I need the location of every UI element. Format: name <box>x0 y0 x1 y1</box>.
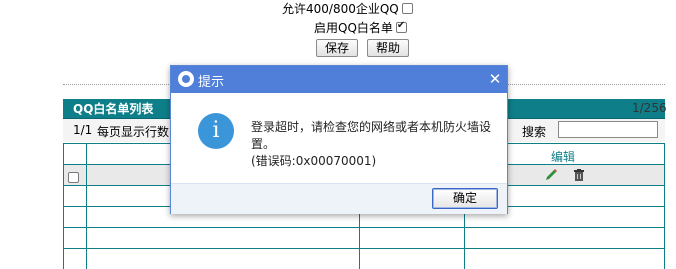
search-label: 搜索 <box>522 125 547 139</box>
info-icon: i <box>198 113 234 149</box>
dialog-error-code: (错误码:0x00070001) <box>251 154 377 168</box>
table-row <box>63 248 665 269</box>
allow-400-label: 允许400/800企业QQ <box>282 2 399 16</box>
dialog-message-line2: 置。 <box>251 137 276 151</box>
whitelist-checkbox[interactable] <box>395 20 407 33</box>
dialog-message-line1: 登录超时，请检查您的网络或者本机防火墙设 <box>251 120 492 134</box>
per-page-label: 每页显示行数 <box>97 125 170 139</box>
edit-column-header: 编辑 <box>551 150 576 164</box>
whitelist-row: 启用QQ白名单 <box>314 19 407 36</box>
grid-line <box>86 143 87 269</box>
pencil-icon[interactable] <box>544 168 558 185</box>
dialog-title: 提示 <box>198 75 225 90</box>
dialog-title-bar: 提示 ✕ <box>171 66 507 93</box>
help-button[interactable]: 帮助 <box>367 39 409 57</box>
trash-icon[interactable] <box>572 168 586 185</box>
close-icon[interactable]: ✕ <box>487 69 503 89</box>
table-count: 1/256 <box>632 101 667 115</box>
table-title: QQ白名单列表 <box>73 102 154 116</box>
row-select-checkbox[interactable] <box>68 172 79 183</box>
table-row <box>63 227 665 248</box>
page-info: 1/1 <box>73 123 93 137</box>
app-logo-icon <box>178 71 194 87</box>
ok-button[interactable]: 确定 <box>432 188 498 209</box>
save-button[interactable]: 保存 <box>316 39 358 57</box>
search-input[interactable] <box>558 121 658 138</box>
grid-line <box>63 143 64 269</box>
whitelist-label: 启用QQ白名单 <box>314 21 393 35</box>
grid-line <box>664 143 665 269</box>
allow-400-row: 允许400/800企业QQ <box>282 0 413 17</box>
allow-400-checkbox[interactable] <box>401 3 413 14</box>
alert-dialog: 提示 ✕ i 登录超时，请检查您的网络或者本机防火墙设 置。 (错误码:0x00… <box>170 65 508 214</box>
